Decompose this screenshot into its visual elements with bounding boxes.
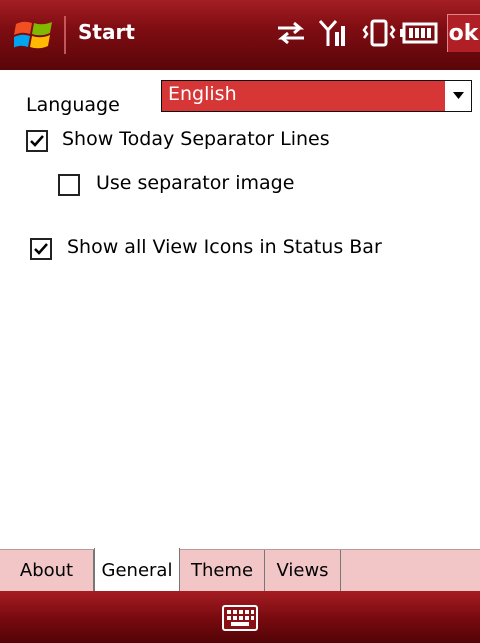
ok-button[interactable]: ok	[447, 14, 480, 52]
tab-about[interactable]: About	[0, 550, 94, 591]
sync-arrows-icon[interactable]	[274, 18, 308, 48]
checkmark-icon	[34, 243, 48, 255]
language-dropdown-value: English	[168, 83, 237, 105]
keyboard-icon[interactable]	[222, 605, 258, 635]
checkmark-icon	[30, 135, 44, 147]
title-separator	[64, 16, 66, 54]
tab-strip: About General Theme Views	[0, 548, 480, 593]
window-title: Start	[78, 20, 135, 44]
vibrate-icon[interactable]	[362, 18, 396, 48]
title-bar: Start ok	[0, 0, 480, 70]
show-today-separator-label[interactable]: Show Today Separator Lines	[62, 128, 330, 150]
show-view-icons-label[interactable]: Show all View Icons in Status Bar	[67, 236, 382, 258]
language-dropdown[interactable]: English	[161, 80, 472, 112]
language-label: Language	[26, 94, 120, 116]
windows-start-icon[interactable]	[13, 18, 54, 52]
use-separator-image-label[interactable]: Use separator image	[96, 172, 294, 194]
tab-views[interactable]: Views	[265, 550, 341, 591]
chevron-down-icon	[453, 92, 464, 99]
tab-general[interactable]: General	[94, 548, 180, 593]
signal-strength-icon[interactable]	[318, 18, 352, 48]
dropdown-arrow-box[interactable]	[445, 81, 471, 111]
use-separator-image-checkbox[interactable]	[58, 174, 80, 196]
show-today-separator-checkbox[interactable]	[26, 130, 48, 152]
tab-theme[interactable]: Theme	[180, 550, 265, 591]
battery-icon[interactable]	[400, 18, 440, 48]
show-view-icons-checkbox[interactable]	[30, 238, 52, 260]
soft-key-bar	[0, 591, 480, 643]
